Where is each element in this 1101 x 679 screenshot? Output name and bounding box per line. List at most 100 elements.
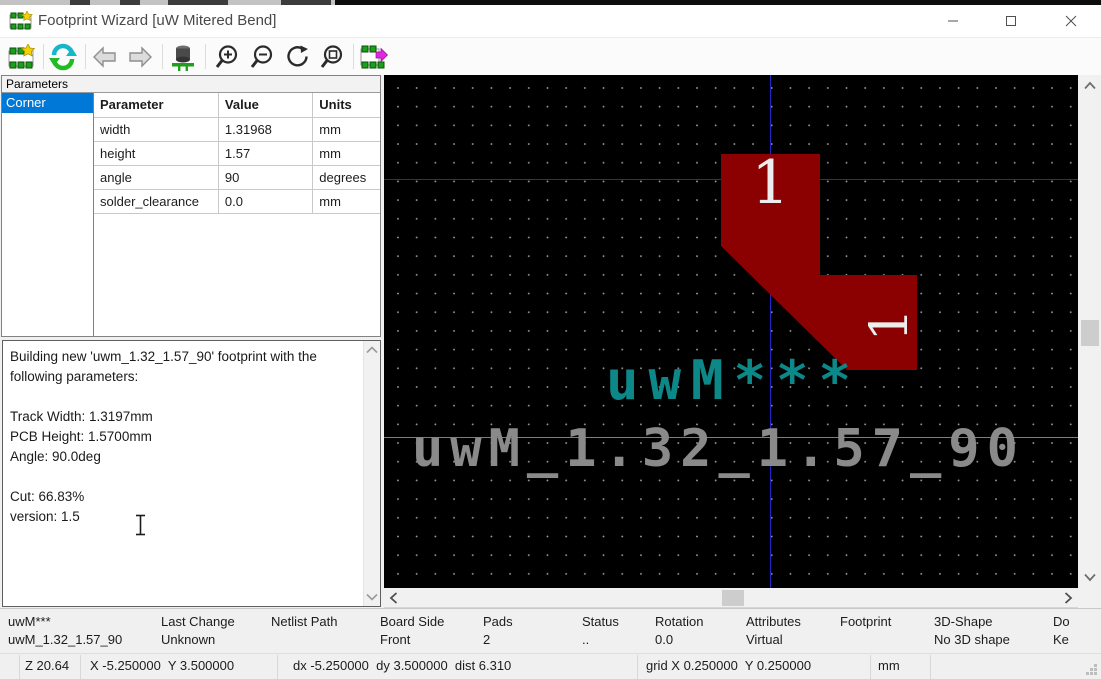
status-label: 3D-Shape — [934, 613, 1010, 631]
message-line: Building new 'uwm_1.32_1.57_90' footprin… — [10, 347, 358, 367]
status-separator — [930, 655, 931, 679]
status-field-status: Status .. — [582, 613, 619, 649]
footprint-value-text: uwM_1.32_1.57_90 — [412, 419, 1025, 479]
scroll-up-icon[interactable] — [1083, 81, 1097, 90]
next-page-button[interactable] — [124, 41, 156, 72]
page-item-corner[interactable]: Corner — [2, 93, 93, 113]
minimize-button[interactable] — [930, 5, 976, 37]
close-button[interactable] — [1048, 5, 1094, 37]
param-value-cell[interactable]: 1.31968 — [218, 117, 312, 141]
maximize-button[interactable] — [988, 5, 1034, 37]
status-field-pads: Pads 2 — [483, 613, 513, 649]
status-value: No 3D shape — [934, 631, 1010, 649]
status-field-attributes: Attributes Virtual — [746, 613, 801, 649]
units-indicator: mm — [878, 658, 900, 673]
status-separator — [637, 655, 638, 679]
zoom-in-button[interactable] — [211, 41, 243, 72]
status-separator — [80, 655, 81, 679]
message-scrollbar[interactable] — [363, 341, 380, 606]
component-on-board-icon — [170, 43, 196, 71]
toolbar-separator — [85, 44, 86, 69]
param-units-cell: mm — [313, 117, 380, 141]
scroll-left-icon[interactable] — [389, 591, 398, 605]
parameter-grid: Parameter Value Units width 1.31968 mm h… — [94, 93, 380, 214]
zoom-out-button[interactable] — [246, 41, 278, 72]
message-line: Angle: 90.0deg — [10, 447, 358, 467]
canvas-vertical-scrollbar[interactable] — [1079, 75, 1101, 588]
status-label: Rotation — [655, 613, 703, 631]
status-value: 0.0 — [655, 631, 703, 649]
scroll-down-icon[interactable] — [365, 593, 379, 601]
status-label: Status — [582, 613, 619, 631]
param-value-cell[interactable]: 0.0 — [218, 189, 312, 213]
parameters-panel: Parameters Corner Parameter Value Units … — [1, 75, 381, 337]
param-name-cell: height — [94, 141, 218, 165]
wizard-pages-list[interactable]: Corner — [2, 93, 94, 336]
table-row: solder_clearance 0.0 mm — [94, 189, 380, 213]
param-units-cell: mm — [313, 141, 380, 165]
wizard-messages: Building new 'uwm_1.32_1.57_90' footprin… — [10, 347, 358, 527]
export-footprint-button[interactable] — [358, 41, 390, 72]
status-field-netlist-path: Netlist Path — [271, 613, 337, 649]
status-field-footprint: Footprint — [840, 613, 891, 649]
param-name-cell: solder_clearance — [94, 189, 218, 213]
table-row: height 1.57 mm — [94, 141, 380, 165]
message-line — [10, 467, 358, 487]
status-value: 2 — [483, 631, 513, 649]
status-label: Footprint — [840, 613, 891, 631]
canvas-horizontal-scrollbar[interactable] — [384, 588, 1078, 608]
table-row: width 1.31968 mm — [94, 117, 380, 141]
footprint-reference-text: uwM*** — [606, 349, 861, 412]
message-line — [10, 387, 358, 407]
message-panel: Building new 'uwm_1.32_1.57_90' footprin… — [2, 340, 381, 607]
scroll-right-icon[interactable] — [1064, 591, 1073, 605]
zoom-out-icon — [249, 44, 275, 70]
horizontal-scroll-thumb[interactable] — [722, 590, 744, 606]
select-wizard-button[interactable] — [5, 41, 37, 72]
footprint-preview-canvas[interactable]: 1 1 uwM*** uwM_1.32_1.57_90 — [384, 75, 1078, 588]
status-label: Netlist Path — [271, 613, 337, 631]
param-units-cell: mm — [313, 189, 380, 213]
refresh-icon — [49, 43, 77, 71]
titlebar[interactable]: Footprint Wizard [uW Mitered Bend] — [0, 5, 1101, 38]
status-field-board-side: Board Side Front — [380, 613, 444, 649]
footprint-wizard-app-icon — [9, 11, 33, 31]
previous-page-button[interactable] — [89, 41, 121, 72]
status-separator — [870, 655, 871, 679]
status-field-doc-keywords: Do Ke — [1053, 613, 1070, 649]
param-value-cell[interactable]: 90 — [218, 165, 312, 189]
text-cursor-icon — [134, 514, 147, 536]
status-label: Last Change — [161, 613, 235, 631]
arrow-left-icon — [92, 45, 118, 69]
resize-grip[interactable] — [1085, 663, 1098, 676]
parameters-caption: Parameters — [2, 76, 380, 93]
toolbar-separator — [43, 44, 44, 69]
status-field-3d-shape: 3D-Shape No 3D shape — [934, 613, 1010, 649]
vertical-scroll-thumb[interactable] — [1081, 320, 1099, 346]
scroll-up-icon[interactable] — [365, 346, 379, 354]
redraw-view-button[interactable] — [281, 41, 313, 72]
grid-setting: grid X 0.250000 Y 0.250000 — [646, 658, 811, 673]
status-label: Pads — [483, 613, 513, 631]
relative-delta: dx -5.250000 dy 3.500000 dist 6.310 — [293, 658, 511, 673]
toolbar — [0, 38, 1101, 75]
window-title: Footprint Wizard [uW Mitered Bend] — [38, 12, 276, 29]
col-header-units: Units — [313, 93, 380, 117]
param-units-cell: degrees — [313, 165, 380, 189]
param-value-cell[interactable]: 1.57 — [218, 141, 312, 165]
footprint-wizard-star-icon — [7, 44, 35, 70]
parameter-grid-header: Parameter Value Units — [94, 93, 380, 117]
scroll-down-icon[interactable] — [1083, 573, 1097, 582]
status-separator — [277, 655, 278, 679]
status-field-last-change: Last Change Unknown — [161, 613, 235, 649]
arrow-right-icon — [127, 45, 153, 69]
update-footprint-button[interactable] — [47, 41, 79, 72]
show-component-button[interactable] — [167, 41, 199, 72]
toolbar-separator — [353, 44, 354, 69]
status-label: Attributes — [746, 613, 801, 631]
zoom-fit-button[interactable] — [316, 41, 348, 72]
param-name-cell: angle — [94, 165, 218, 189]
cursor-position: X -5.250000 Y 3.500000 — [90, 658, 234, 673]
message-line: PCB Height: 1.5700mm — [10, 427, 358, 447]
message-line: version: 1.5 — [10, 507, 358, 527]
